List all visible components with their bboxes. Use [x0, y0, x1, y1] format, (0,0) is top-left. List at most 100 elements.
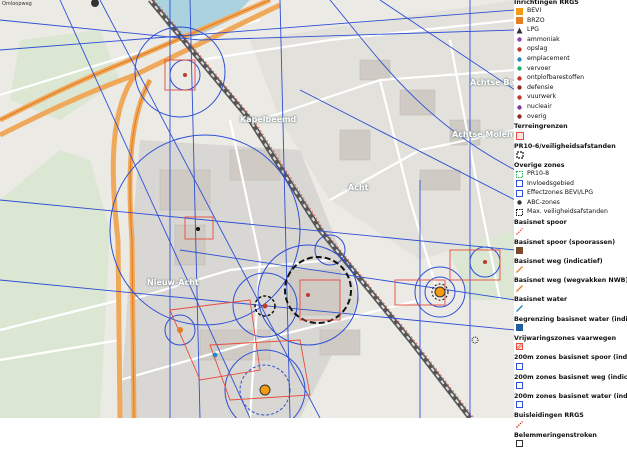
influence-square-icon	[516, 180, 523, 188]
place-label: Achtse Barrier	[470, 78, 515, 87]
legend-label: Effectzones BEVI/LPG	[527, 189, 594, 197]
terrain-boundaries-swatch	[514, 131, 627, 141]
legend-label: overig	[527, 112, 547, 120]
legend-label: ammoniak	[527, 35, 560, 43]
legend-row: Invloedsgebied	[514, 179, 627, 189]
basisnet-legend-list: Basisnet spoor Basisnet spoor (spoorassen…	[514, 219, 627, 449]
ammonia-dot-icon	[516, 36, 523, 43]
legend-row: nucleair	[514, 102, 627, 112]
orange-square-icon	[516, 7, 523, 15]
legend-row: BRZO	[514, 16, 627, 26]
facility-legend-list: BEVI BRZO LPG ammoniak opslag emplacement verv…	[514, 6, 627, 121]
map-view[interactable]: Omloopweg Kapelbeemd Acht Nieuw-Acht Ach…	[0, 0, 515, 418]
water-zone-square-icon	[516, 401, 524, 409]
transport-dot-icon	[516, 65, 523, 72]
legend-label: nucleair	[527, 102, 552, 110]
rail-axis-square-icon	[516, 246, 524, 255]
legend-row: vervoer	[514, 64, 627, 74]
other-dot-icon	[516, 113, 523, 120]
legend-swatch-row	[514, 420, 627, 430]
max-dashed-square-icon	[516, 208, 523, 216]
legend-row: Effectzones BEVI/LPG	[514, 189, 627, 199]
map-canvas[interactable]	[0, 0, 515, 418]
explosives-dot-icon	[516, 75, 523, 82]
legend-swatch-row	[514, 439, 627, 449]
legend-row: ABC-zones	[514, 198, 627, 208]
nuclear-dot-icon	[516, 104, 523, 111]
water-boundary-square-icon	[516, 324, 524, 332]
legend-swatch-row	[514, 362, 627, 372]
legend-row: ammoniak	[514, 35, 627, 45]
legend-row: opslag	[514, 45, 627, 55]
legend-label: Max. veiligheidsafstanden	[527, 208, 608, 216]
legend-section-title: 200m zones basisnet water (indicatief)	[514, 392, 627, 400]
other-zones-list: PR10-8 Invloedsgebied Effectzones BEVI/LPG…	[514, 169, 627, 217]
legend-section-title: 200m zones basisnet spoor (indicatief)	[514, 354, 627, 362]
legend-label: defensie	[527, 83, 554, 91]
legend-section-title: Basisnet weg (wegvakken NWB)	[514, 277, 627, 285]
legend-label: ABC-zones	[527, 198, 560, 206]
legend-row: PR10-8	[514, 169, 627, 179]
pr10-dashed-square-icon	[516, 170, 523, 178]
pipeline-line-icon	[516, 420, 524, 429]
map-legend: Inrichtingen RRGS BEVI BRZO LPG ammoniak ops…	[514, 0, 627, 454]
legend-swatch-row	[514, 400, 627, 410]
road-segment-line-icon	[516, 285, 524, 293]
water-line-icon	[516, 304, 524, 313]
legend-swatch-row	[514, 284, 627, 294]
legend-label: vervoer	[527, 64, 551, 72]
legend-swatch-row	[514, 323, 627, 333]
rail-zone-square-icon	[516, 362, 524, 371]
road-line-icon	[516, 266, 524, 274]
legend-swatch-row	[514, 304, 627, 314]
lpg-triangle-icon	[516, 27, 523, 34]
pr10-contour-icon	[516, 151, 524, 159]
pr10-swatch	[514, 150, 627, 160]
legend-row: LPG	[514, 25, 627, 35]
abc-dotted-square-icon	[516, 199, 523, 206]
legend-section-title: 200m zones basisnet weg (indicatief)	[514, 373, 627, 381]
legend-label: BEVI	[527, 6, 542, 14]
storage-dot-icon	[516, 46, 523, 53]
pr10-title: PR10-6/veiligheidsafstanden	[514, 142, 616, 150]
effect-square-icon	[516, 189, 523, 197]
legend-row: overig	[514, 112, 627, 122]
legend-label: BRZO	[527, 16, 545, 24]
legend-swatch-row	[514, 246, 627, 256]
legend-label: LPG	[527, 26, 539, 34]
legend-swatch-row	[514, 265, 627, 275]
green-area	[0, 150, 110, 418]
yard-dot-icon	[516, 56, 523, 63]
legend-label: Invloedsgebied	[527, 179, 574, 187]
place-label: Acht	[348, 183, 369, 192]
legend-row: ontplofbarestoffen	[514, 73, 627, 83]
place-label: Achtse Molen	[452, 130, 513, 139]
legend-swatch-row	[514, 381, 627, 391]
legend-row: emplacement	[514, 54, 627, 64]
legend-row: defensie	[514, 83, 627, 93]
legend-row: BEVI	[514, 6, 627, 16]
fireworks-dot-icon	[516, 94, 523, 101]
legend-swatch-row	[514, 227, 627, 237]
place-label: Kapelbeemd	[240, 115, 297, 124]
legend-label: emplacement	[527, 54, 570, 62]
legend-row: vuurwerk	[514, 93, 627, 103]
amber-square-icon	[516, 17, 523, 25]
rail-line-icon	[516, 227, 524, 236]
map-corner-tag: Omloopweg	[2, 1, 32, 7]
legend-row: Max. veiligheidsafstanden	[514, 208, 627, 218]
road-zone-square-icon	[516, 381, 524, 390]
restriction-square-icon	[516, 439, 524, 448]
defence-dot-icon	[516, 84, 523, 91]
legend-label: opslag	[527, 45, 548, 53]
legend-label: PR10-8	[527, 170, 550, 177]
legend-section-title: Begrenzing basisnet water (indicatief)	[514, 315, 627, 323]
legend-label: ontplofbarestoffen	[527, 74, 585, 82]
legend-swatch-row	[514, 342, 627, 352]
legend-section-title: Vrijwaringszones vaarwegen	[514, 335, 617, 343]
place-label: Nieuw-Acht	[147, 278, 199, 287]
terrain-square-icon	[516, 131, 524, 140]
legend-section-title: Basisnet spoor (spoorassen)	[514, 238, 616, 246]
waterway-hatched-square-icon	[516, 343, 524, 351]
legend-label: vuurwerk	[527, 93, 557, 101]
